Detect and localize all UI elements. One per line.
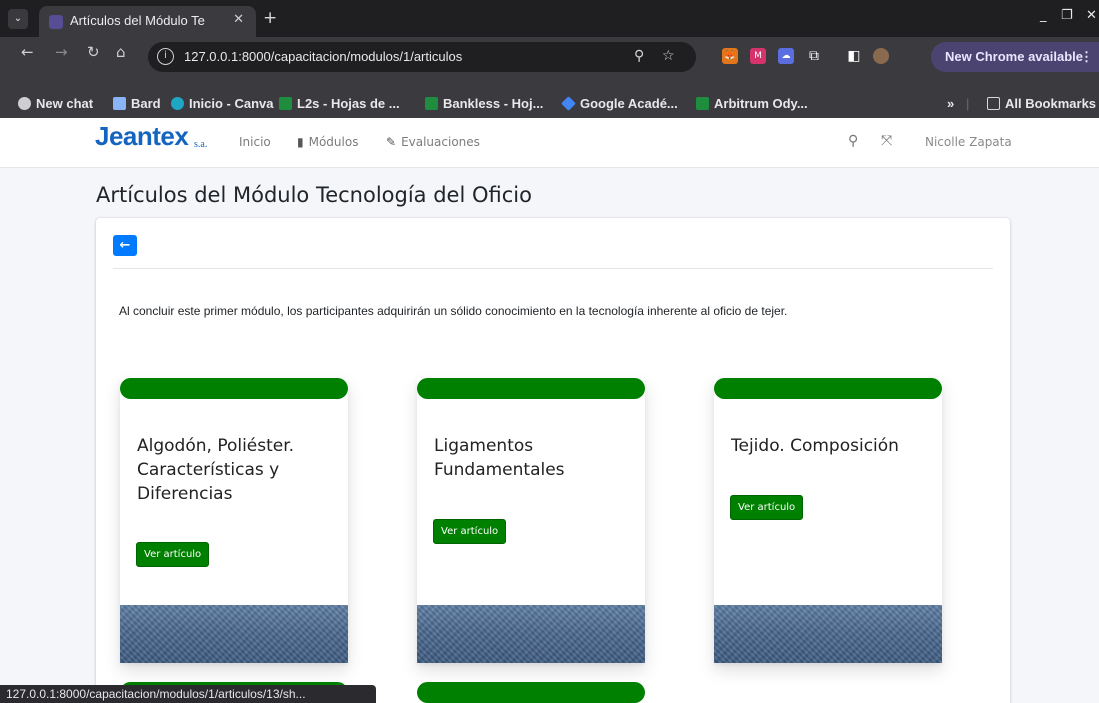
url-text: 127.0.0.1:8000/capacitacion/modulos/1/ar… [184,49,463,64]
bookmark-item[interactable]: Arbitrum Ody... [696,94,808,114]
extension-cloud-icon[interactable]: ☁ [778,48,794,64]
search-icon[interactable]: ⚲ [848,133,858,149]
file-icon: ▮ [297,135,304,149]
article-title: Tejido. Composición [731,436,899,456]
bookmark-label: Arbitrum Ody... [714,96,808,111]
bookmark-item[interactable]: L2s - Hojas de ... [279,94,400,114]
reload-icon[interactable]: ↻ [87,43,100,61]
back-icon[interactable]: ← [21,43,34,61]
denim-image [417,605,645,663]
bookmark-item[interactable]: Bard [113,94,161,114]
module-description: Al concluir este primer módulo, los part… [119,304,788,318]
link-status-bubble: 127.0.0.1:8000/capacitacion/modulos/1/ar… [0,685,376,703]
article-header-bar [120,378,348,399]
address-bar[interactable]: i 127.0.0.1:8000/capacitacion/modulos/1/… [148,42,696,72]
denim-image [120,605,348,663]
article-title: Ligamentos Fundamentales [434,436,565,480]
sparkle-icon [113,97,126,110]
tab-search-icon[interactable]: ⌄ [8,9,28,29]
all-bookmarks-button[interactable]: All Bookmarks [987,94,1096,114]
bookmark-item[interactable]: Google Acadé... [561,94,678,114]
sheets-icon [425,97,438,110]
brand-logo[interactable]: Jeantex [95,121,189,152]
home-icon[interactable]: ⌂ [116,43,126,61]
article-header-bar [417,682,645,703]
extension-m-icon[interactable]: M [750,48,766,64]
scholar-icon [561,96,576,111]
arrow-left-icon: ← [119,238,131,253]
metamask-icon[interactable]: 🦊 [722,48,738,64]
bookmark-label: New chat [36,96,94,111]
denim-image [714,605,942,663]
sheets-icon [279,97,292,110]
nav-label: Evaluaciones [401,135,480,149]
articles-card: ← Al concluir este primer módulo, los pa… [96,218,1010,703]
pencil-icon: ✎ [386,135,397,149]
bookmark-label: L2s - Hojas de ... [297,96,400,111]
bookmark-label: Bard [131,96,161,111]
nav-inicio[interactable]: Inicio [239,135,271,149]
article-card: Ligamentos Fundamentales Ver artículo [417,378,645,663]
chrome-update-button[interactable]: New Chrome available ⋮ [931,42,1099,72]
bookmarks-divider: | [966,96,970,111]
restore-icon[interactable]: ❐ [1061,8,1073,23]
bookmarks-bar: New chat Bard Inicio - Canva L2s - Hojas… [0,89,1099,118]
nav-label: Inicio [239,135,271,149]
sheets-icon [696,97,709,110]
openai-icon [18,97,31,110]
article-title: Algodón, Poliéster. Características y Di… [137,436,295,504]
bookmark-star-icon[interactable]: ☆ [662,48,675,64]
browser-toolbar: ← → ↻ ⌂ i 127.0.0.1:8000/capacitacion/mo… [0,37,1099,89]
bookmark-item[interactable]: New chat [18,94,93,114]
update-label: New Chrome available [945,49,1083,64]
nav-label: Módulos [308,135,359,149]
new-tab-icon[interactable]: + [263,8,277,28]
bookmark-label: Google Acadé... [580,96,678,111]
article-card: Tejido. Composición Ver artículo [714,378,942,663]
more-menu-icon[interactable]: ⋮ [1080,42,1093,72]
zoom-icon[interactable]: ⚲ [634,48,644,64]
site-info-icon[interactable]: i [157,48,174,65]
browser-tab[interactable]: Artículos del Módulo Te ✕ [39,6,256,37]
minimize-icon[interactable]: _ [1040,8,1047,23]
forward-icon[interactable]: → [55,43,68,61]
bookmark-label: Bankless - Hoj... [443,96,544,111]
bookmark-label: Inicio - Canva [189,96,274,111]
close-window-icon[interactable]: ✕ [1086,8,1097,23]
nav-modulos[interactable]: ▮ Módulos [297,135,358,149]
tab-strip: ⌄ Artículos del Módulo Te ✕ + _ ❐ ✕ [0,0,1099,37]
ver-articulo-button[interactable]: Ver artículo [433,519,507,544]
tab-close-icon[interactable]: ✕ [233,12,244,27]
article-card: Algodón, Poliéster. Características y Di… [120,378,348,663]
brand-suffix: s.a. [194,139,208,150]
nav-evaluaciones[interactable]: ✎ Evaluaciones [386,135,480,149]
all-bookmarks-label: All Bookmarks [1005,96,1097,111]
profile-avatar[interactable] [873,48,889,64]
ver-articulo-button[interactable]: Ver artículo [136,542,210,567]
folder-icon [987,97,1000,110]
tab-title: Artículos del Módulo Te [70,13,205,28]
canva-icon [171,97,184,110]
fullscreen-icon[interactable]: ⤧ [881,133,892,149]
side-panel-icon[interactable]: ◧ [846,48,862,64]
bookmark-item[interactable]: Bankless - Hoj... [425,94,543,114]
user-menu[interactable]: Nicolle Zapata [925,135,1012,149]
divider [113,268,993,269]
tab-favicon-icon [49,15,63,29]
app-navbar: Jeantex s.a. Inicio ▮ Módulos ✎ Evaluacion… [0,118,1099,168]
article-header-bar [417,378,645,399]
article-header-bar [714,378,942,399]
page-title: Artículos del Módulo Tecnología del Ofic… [96,183,532,207]
ver-articulo-button[interactable]: Ver artículo [730,495,804,520]
bookmarks-overflow-icon[interactable]: » [947,94,954,114]
back-button[interactable]: ← [113,235,137,256]
bookmark-item[interactable]: Inicio - Canva [171,94,274,114]
extensions-puzzle-icon[interactable]: ⧉ [806,48,822,64]
